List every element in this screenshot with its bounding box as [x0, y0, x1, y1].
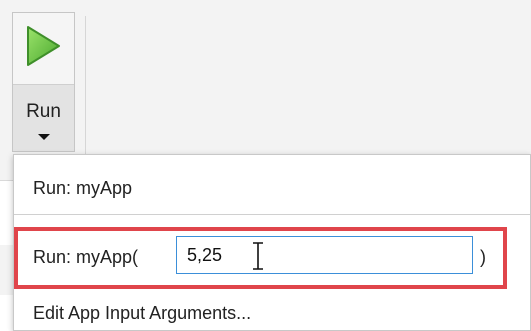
menu-separator — [14, 214, 530, 215]
app-args-input[interactable] — [176, 236, 473, 274]
menu-item-edit-args-label: Edit App Input Arguments... — [33, 303, 252, 323]
menu-item-run-label: Run: myApp — [33, 178, 133, 198]
run-button[interactable]: Run — [12, 12, 75, 152]
app-window: Run Run: myApp Run: myApp( ) Edit App In… — [0, 0, 531, 331]
menu-item-edit-args[interactable]: Edit App Input Arguments... — [14, 298, 530, 328]
chevron-down-icon — [38, 134, 50, 140]
run-args-prefix: Run: myApp( — [33, 247, 139, 267]
text-cursor-icon — [253, 242, 263, 270]
run-button-label: Run — [26, 101, 61, 122]
run-menu: Run: myApp Run: myApp( ) Edit App Input … — [13, 154, 531, 331]
toolstrip-separator — [85, 16, 86, 166]
play-icon — [27, 26, 60, 66]
run-button-main[interactable] — [13, 13, 74, 85]
menu-item-run[interactable]: Run: myApp — [14, 173, 530, 203]
run-dropdown-toggle[interactable]: Run — [13, 85, 74, 151]
run-args-suffix: ) — [480, 247, 486, 267]
menu-item-run-with-args[interactable]: Run: myApp( ) — [14, 227, 530, 289]
